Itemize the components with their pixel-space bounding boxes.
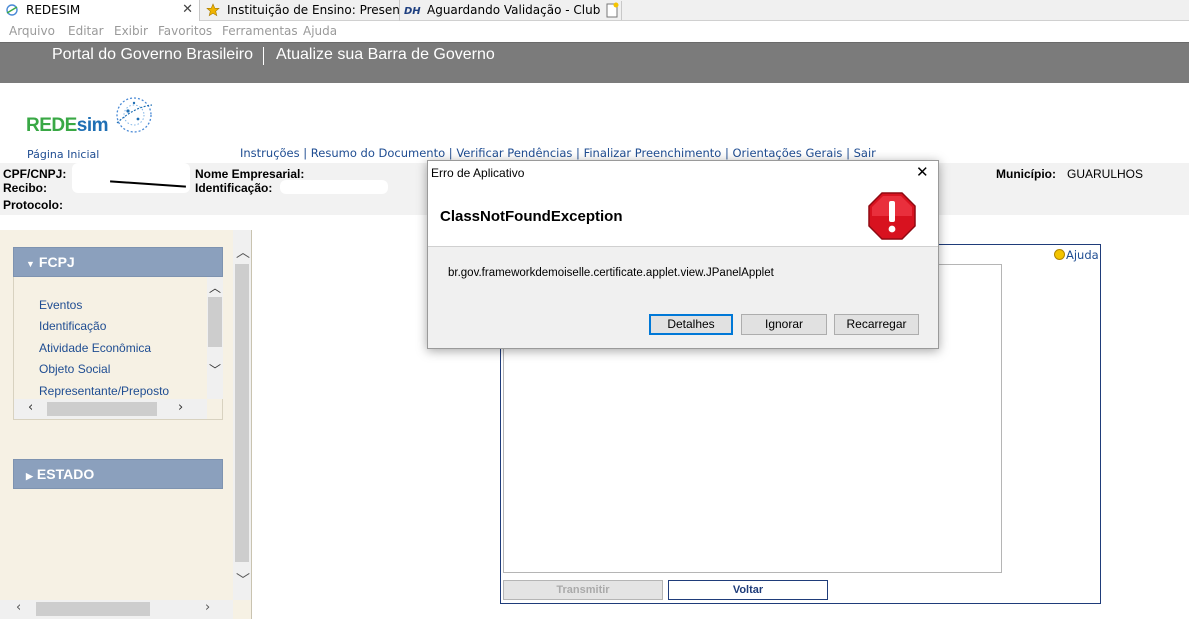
government-bar: Portal do Governo Brasileiro Atualize su… xyxy=(0,42,1189,83)
dialog-title-bar[interactable]: Erro de Aplicativo ✕ xyxy=(428,161,938,185)
menu-favoritos[interactable]: Favoritos xyxy=(158,24,212,38)
tab-label: Aguardando Validação - Clube... xyxy=(427,3,601,17)
redesim-favicon-icon xyxy=(6,4,18,16)
dialog-title: Erro de Aplicativo xyxy=(431,166,525,180)
sidebar: ▼ FCPJ Eventos Identificação Atividade Ec… xyxy=(0,230,252,619)
protocolo-label: Protocolo: xyxy=(3,198,63,212)
scroll-thumb[interactable] xyxy=(208,297,222,347)
star-favicon-icon xyxy=(206,3,220,17)
tab-label: Instituição de Ensino: Presenci... xyxy=(227,3,400,17)
chevron-up-icon[interactable]: ︿ xyxy=(236,242,250,262)
redacted-cpf xyxy=(72,163,190,193)
recibo-label: Recibo: xyxy=(3,181,48,195)
cpf-cnpj-label: CPF/CNPJ: xyxy=(3,167,67,181)
chevron-left-icon[interactable]: ‹ xyxy=(28,400,33,415)
panel-vertical-scrollbar[interactable]: ︿ ﹀ xyxy=(207,277,223,399)
logo-wordmark: REDEsim xyxy=(26,115,109,136)
new-tab-icon xyxy=(606,2,619,18)
browser-tab-bar: REDESIM ✕ Instituição de Ensino: Presenc… xyxy=(0,0,1189,21)
help-bulb-icon xyxy=(1054,249,1065,260)
tab-label: REDESIM xyxy=(26,3,81,17)
transmitir-button[interactable]: Transmitir xyxy=(503,580,663,600)
close-tab-icon[interactable]: ✕ xyxy=(182,0,193,20)
menu-editar[interactable]: Editar xyxy=(68,24,104,38)
chevron-down-icon[interactable]: ﹀ xyxy=(209,361,221,378)
redacted-identificacao xyxy=(280,180,388,194)
portal-governo-link[interactable]: Portal do Governo Brasileiro xyxy=(52,46,253,64)
tab-redesim[interactable]: REDESIM ✕ xyxy=(0,0,200,21)
menu-exibir[interactable]: Exibir xyxy=(114,24,148,38)
panel-horizontal-scrollbar[interactable]: ‹ › xyxy=(14,399,207,419)
chevron-down-icon[interactable]: ﹀ xyxy=(236,570,250,590)
chevron-up-icon[interactable]: ︿ xyxy=(209,279,221,296)
sidebar-vertical-scrollbar[interactable]: ︿ ﹀ xyxy=(233,230,251,600)
redesim-logo[interactable]: REDEsim xyxy=(26,93,161,145)
sidebar-item-eventos[interactable]: Eventos xyxy=(39,298,82,312)
ajuda-label: Ajuda xyxy=(1066,248,1099,262)
chevron-right-icon[interactable]: › xyxy=(178,400,183,415)
tab-aguardando[interactable]: DH Aguardando Validação - Clube... xyxy=(401,0,601,21)
site-header: REDEsim Página Inicial Instruções | Resu… xyxy=(0,83,1189,163)
exception-message: br.gov.frameworkdemoiselle.certificate.a… xyxy=(448,267,774,279)
error-dialog: Erro de Aplicativo ✕ ClassNotFoundExcept… xyxy=(427,160,939,349)
menu-ferramentas[interactable]: Ferramentas xyxy=(222,24,298,38)
sidebar-item-representante[interactable]: Representante/Preposto xyxy=(39,384,169,398)
pagina-inicial-link[interactable]: Página Inicial xyxy=(27,148,99,161)
error-octagon-icon xyxy=(868,192,916,240)
exception-name: ClassNotFoundException xyxy=(440,208,623,225)
atualize-barra-link[interactable]: Atualize sua Barra de Governo xyxy=(276,46,495,64)
voltar-button[interactable]: Voltar xyxy=(668,580,828,600)
scroll-thumb[interactable] xyxy=(47,402,157,416)
fcpj-panel-body: Eventos Identificação Atividade Econômic… xyxy=(13,277,223,420)
chevron-right-icon[interactable]: › xyxy=(205,600,210,615)
ajuda-link[interactable]: Ajuda xyxy=(1054,248,1099,262)
sidebar-item-identificacao[interactable]: Identificação xyxy=(39,319,106,333)
tab-instituicao[interactable]: Instituição de Ensino: Presenci... xyxy=(201,0,400,21)
expand-triangle-icon: ▶ xyxy=(26,471,33,481)
nome-empresarial-label: Nome Empresarial: xyxy=(195,167,305,181)
collapse-triangle-icon: ▼ xyxy=(26,259,35,269)
scroll-thumb[interactable] xyxy=(36,602,150,616)
sidebar-item-objeto-social[interactable]: Objeto Social xyxy=(39,362,110,376)
gov-bar-divider xyxy=(263,47,264,65)
scroll-thumb[interactable] xyxy=(235,264,249,562)
fcpj-panel-header[interactable]: ▼ FCPJ xyxy=(13,247,223,277)
municipio-label: Município: xyxy=(996,167,1056,181)
browser-menu-bar: Arquivo Editar Exibir Favoritos Ferramen… xyxy=(0,21,1189,42)
fcpj-label: FCPJ xyxy=(38,254,75,270)
detalhes-button[interactable]: Detalhes xyxy=(649,314,733,335)
chevron-left-icon[interactable]: ‹ xyxy=(16,600,21,615)
dialog-header: ClassNotFoundException xyxy=(428,185,938,247)
recarregar-button[interactable]: Recarregar xyxy=(834,314,919,335)
sidebar-horizontal-scrollbar[interactable]: ‹ › xyxy=(0,600,233,619)
svg-text:DH: DH xyxy=(404,6,421,17)
top-navigation-links[interactable]: Instruções | Resumo do Documento | Verif… xyxy=(240,146,876,160)
menu-arquivo[interactable]: Arquivo xyxy=(9,24,55,38)
estado-label: ESTADO xyxy=(36,466,95,482)
globe-logo-icon xyxy=(116,97,153,133)
new-tab-button[interactable] xyxy=(602,1,622,20)
ignorar-button[interactable]: Ignorar xyxy=(741,314,827,335)
estado-panel-header[interactable]: ▶ ESTADO xyxy=(13,459,223,489)
sidebar-item-atividade-economica[interactable]: Atividade Econômica xyxy=(39,341,151,355)
menu-ajuda[interactable]: Ajuda xyxy=(303,24,337,38)
clube-favicon-icon: DH xyxy=(404,6,421,17)
close-icon[interactable]: ✕ xyxy=(916,163,929,181)
identificacao-label: Identificação: xyxy=(195,181,273,195)
municipio-value: GUARULHOS xyxy=(1067,167,1144,181)
